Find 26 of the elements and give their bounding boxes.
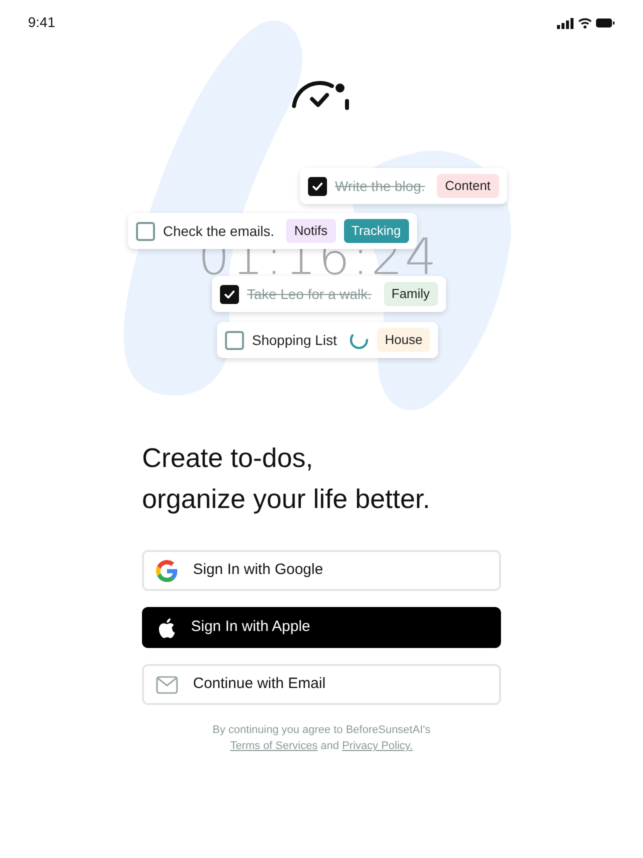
checked-checkbox[interactable]	[220, 284, 239, 304]
google-sign-in-button[interactable]: Sign In with Google	[142, 550, 501, 591]
headline: Create to-dos, organize your life better.	[142, 442, 432, 516]
tag: Family	[384, 282, 438, 306]
tag: House	[376, 328, 430, 352]
email-button[interactable]: Continue with Email	[142, 664, 501, 705]
mail-icon	[156, 676, 178, 694]
google-logo-icon	[156, 560, 178, 582]
checkbox[interactable]	[225, 330, 244, 350]
task-title: Shopping List	[252, 330, 337, 350]
checked-checkbox[interactable]	[308, 176, 327, 196]
checkmark-icon	[223, 288, 236, 300]
status-icons-drawing	[557, 16, 615, 28]
task-card[interactable]: Write the blog. Content	[300, 168, 507, 204]
task-title: Write the blog.	[335, 176, 426, 196]
tag: Content	[437, 174, 499, 198]
task-card[interactable]: Take Leo for a walk. Family	[212, 276, 446, 312]
checkmark-icon	[311, 180, 324, 192]
apple-sign-in-button[interactable]: Sign In with Apple	[142, 607, 501, 648]
task-title: Take Leo for a walk.	[247, 284, 372, 304]
status-time: 9:41	[28, 13, 56, 32]
task-card[interactable]: Shopping List House	[217, 322, 438, 358]
apple-logo-icon	[156, 616, 176, 638]
app-logo-icon	[290, 78, 352, 110]
checkbox[interactable]	[136, 222, 155, 240]
legal-text: By continuing you agree to BeforeSunsetAI's Terms of Services and Privacy Policy.	[212, 723, 432, 754]
